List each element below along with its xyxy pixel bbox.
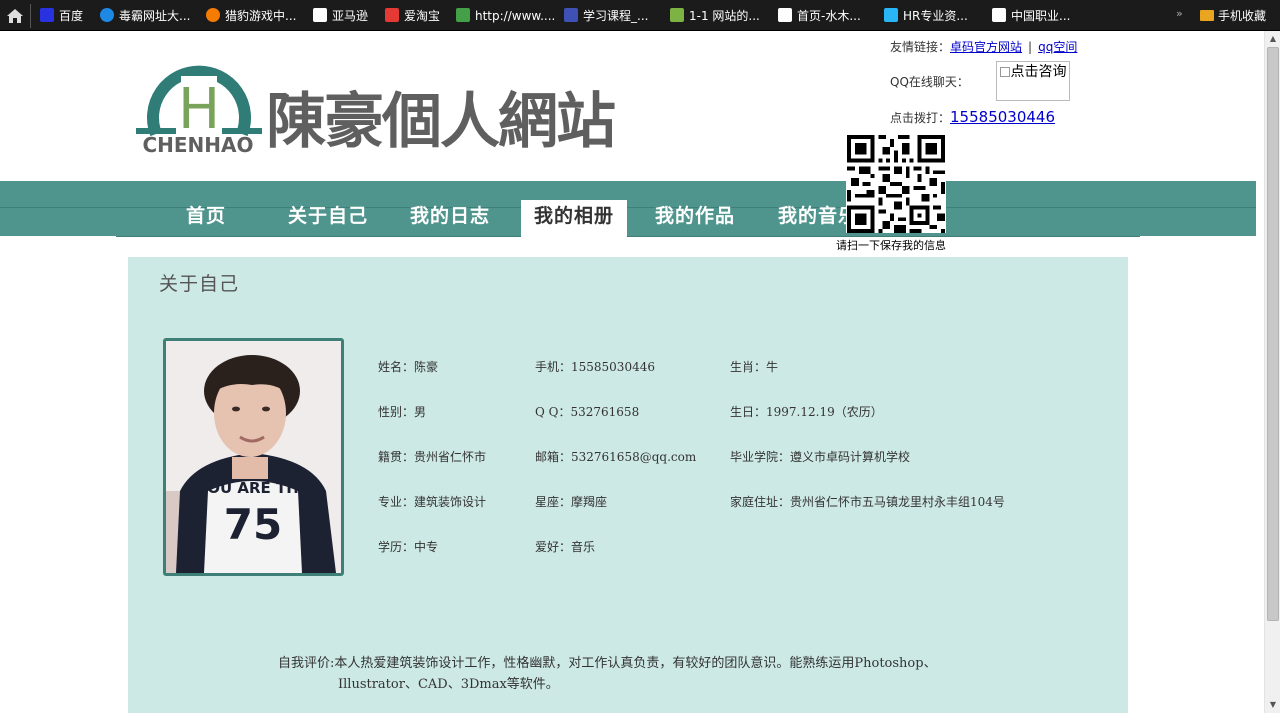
field-email: 邮箱：532761658@qq.com <box>535 450 697 464</box>
duba-icon <box>100 8 114 22</box>
vertical-scrollbar[interactable]: ▲ ▼ <box>1264 31 1280 713</box>
field-major: 专业：建筑装饰设计 <box>378 495 487 509</box>
paw-icon <box>564 8 578 22</box>
about-section: 关于自己 YOU ARE THE 75 姓名：陈豪 手机：15585030446… <box>128 257 1128 713</box>
site-logo[interactable]: H CHENHAO <box>134 56 264 156</box>
bookmarks-bar: 百度 毒霸网址大... 猎豹游戏中... 亚马逊 爱淘宝 http://www.… <box>0 0 1280 31</box>
qq-chat-label: QQ在线聊天： <box>890 75 969 89</box>
page-green-icon <box>456 8 470 22</box>
nav-album[interactable]: 我的相册 <box>521 200 627 237</box>
folder-icon <box>1200 10 1214 21</box>
doc-icon <box>992 8 1006 22</box>
bookmarks-more-button[interactable]: » <box>1176 7 1183 20</box>
phone-row: 点击拨打：15585030446 <box>890 108 1055 126</box>
field-school: 毕业学院：遵义市卓码计算机学校 <box>730 450 911 464</box>
field-constellation: 星座：摩羯座 <box>535 495 608 509</box>
bookmark-http[interactable]: http://www.... <box>456 7 556 25</box>
scroll-up-arrow-icon[interactable]: ▲ <box>1265 31 1280 47</box>
qr-code <box>846 135 946 233</box>
qr-caption: 请扫一下保存我的信息 <box>836 239 946 252</box>
section-title: 关于自己 <box>159 273 240 295</box>
broken-image-icon <box>999 67 1010 77</box>
self-evaluation: 自我评价:本人热爱建筑装饰设计工作，性格幽默，对工作认真负责，有较好的团队意识。… <box>278 656 937 692</box>
link-zhuoma-official[interactable]: 卓码官方网站 <box>950 40 1022 54</box>
profile-photo-image: YOU ARE THE 75 <box>166 341 341 573</box>
field-zodiac: 生肖：牛 <box>730 360 779 374</box>
field-qq: Q Q：532761658 <box>535 405 640 419</box>
svg-text:75: 75 <box>224 500 282 549</box>
friend-links: 友情链接：卓码官方网站 | qq空间 <box>890 40 1078 54</box>
site-title: 陳豪個人網站 <box>266 87 616 157</box>
field-hobby: 爱好：音乐 <box>535 540 596 554</box>
nav-blog[interactable]: 我的日志 <box>400 200 500 237</box>
baidu-icon <box>40 8 54 22</box>
home-icon[interactable] <box>6 8 24 24</box>
phone-link[interactable]: 15585030446 <box>950 108 1055 126</box>
mobile-favorites-folder[interactable]: 手机收藏 <box>1200 7 1266 24</box>
bookmark-shuimu[interactable]: 首页-水木... <box>778 7 861 25</box>
bookmark-aitaobao[interactable]: 爱淘宝 <box>385 7 440 25</box>
field-native-place: 籍贯：贵州省仁怀市 <box>378 450 487 464</box>
link-qq-zone[interactable]: qq空间 <box>1038 40 1077 54</box>
field-gender: 性别：男 <box>378 405 427 419</box>
qq-consult-button[interactable]: 点击咨询 <box>996 61 1070 101</box>
field-phone: 手机：15585030446 <box>535 360 655 374</box>
bookmark-zhiye[interactable]: 中国职业... <box>992 7 1070 25</box>
field-name: 姓名：陈豪 <box>378 360 439 374</box>
doc-icon <box>778 8 792 22</box>
scroll-down-arrow-icon[interactable]: ▼ <box>1265 697 1280 713</box>
liebao-icon <box>206 8 220 22</box>
nav-about[interactable]: 关于自己 <box>278 200 378 237</box>
field-education: 学历：中专 <box>378 540 439 554</box>
svg-text:YOU ARE THE: YOU ARE THE <box>196 479 309 497</box>
bookmark-hr[interactable]: HR专业资... <box>884 7 968 25</box>
nav-home[interactable]: 首页 <box>166 200 246 237</box>
bookmark-study[interactable]: 学习课程_... <box>564 7 648 25</box>
bookmark-amazon[interactable]: 亚马逊 <box>313 7 368 25</box>
bookmark-website[interactable]: 1-1 网站的... <box>670 7 760 25</box>
bookmark-baidu[interactable]: 百度 <box>40 7 83 25</box>
aitaobao-icon <box>385 8 399 22</box>
svg-text:CHENHAO: CHENHAO <box>142 133 253 156</box>
bird-icon <box>884 8 898 22</box>
profile-photo: YOU ARE THE 75 <box>163 338 344 576</box>
amazon-icon <box>313 8 327 22</box>
field-birthday: 生日：1997.12.19（农历） <box>730 405 883 419</box>
scroll-thumb[interactable] <box>1267 47 1279 621</box>
shield-icon <box>670 8 684 22</box>
divider <box>30 4 31 28</box>
bookmark-liebao[interactable]: 猎豹游戏中... <box>206 7 296 25</box>
nav-works[interactable]: 我的作品 <box>645 200 745 237</box>
bookmark-duba[interactable]: 毒霸网址大... <box>100 7 190 25</box>
field-address: 家庭住址：贵州省仁怀市五马镇龙里村永丰组104号 <box>730 495 1005 509</box>
main-nav: 首页 关于自己 我的日志 我的相册 我的作品 我的音乐 <box>116 200 1140 237</box>
